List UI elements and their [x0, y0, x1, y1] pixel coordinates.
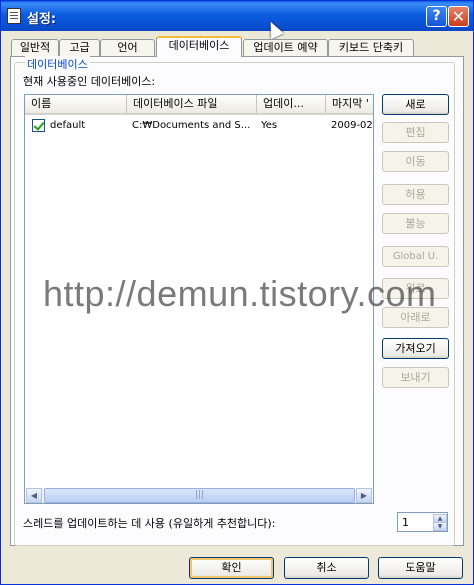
group-label: 데이터베이스: [25, 56, 90, 72]
tab-general[interactable]: 일반적: [11, 39, 59, 56]
document-icon: [7, 8, 21, 24]
scroll-thumb[interactable]: |||: [44, 488, 355, 503]
tab-keyboard-shortcuts[interactable]: 키보드 단축키: [328, 39, 414, 56]
global-update-button[interactable]: Global U.: [382, 246, 449, 267]
help-footer-button[interactable]: 도움말: [378, 557, 463, 579]
enable-button[interactable]: 허용: [382, 184, 449, 205]
row-last: 2009-02-: [331, 120, 373, 131]
cancel-button[interactable]: 취소: [284, 557, 369, 579]
enabled-checkbox[interactable]: [32, 119, 45, 132]
edit-button[interactable]: 편집: [382, 122, 449, 143]
export-button[interactable]: 보내기: [382, 367, 449, 388]
table-row[interactable]: default C:₩Documents and S... Yes 2009-0…: [25, 117, 373, 134]
row-name: default: [50, 120, 86, 131]
list-header: 이름 데이터베이스 파일 업데이... 마지막 ': [25, 95, 373, 115]
threads-label: 스레드를 업데이트하는 데 사용 (유일하게 추천합니다):: [23, 517, 276, 530]
import-button[interactable]: 가져오기: [382, 338, 449, 359]
horizontal-scrollbar[interactable]: ◀ ||| ▶: [26, 488, 372, 503]
column-last[interactable]: 마지막 ': [326, 95, 373, 113]
settings-dialog: 설정: ? ✕ 일반적 고급 언어 데이터베이스 업데이트 예약 키보드 단축키…: [0, 0, 474, 585]
threads-value[interactable]: 1: [402, 516, 409, 529]
move-button[interactable]: 이동: [382, 151, 449, 172]
close-button[interactable]: ✕: [448, 6, 469, 27]
tab-database[interactable]: 데이터베이스: [156, 36, 242, 57]
help-button[interactable]: ?: [426, 6, 447, 27]
spin-down-icon[interactable]: ▼: [433, 522, 447, 531]
scroll-left-icon[interactable]: ◀: [26, 488, 42, 503]
tab-advanced[interactable]: 고급: [59, 39, 100, 56]
scroll-right-icon[interactable]: ▶: [356, 488, 372, 503]
window-title: 설정:: [27, 12, 57, 27]
disable-button[interactable]: 불능: [382, 213, 449, 234]
new-button[interactable]: 새로: [382, 94, 449, 115]
current-database-label: 현재 사용중인 데이터베이스:: [23, 75, 156, 88]
tab-update-schedule[interactable]: 업데이트 예약: [243, 39, 328, 56]
threads-spinner[interactable]: 1 ▲ ▼: [397, 512, 448, 532]
column-update[interactable]: 업데이...: [257, 95, 326, 113]
watermark-text: http://demun.tistory.com: [43, 273, 437, 314]
tab-language[interactable]: 언어: [100, 39, 155, 56]
column-name[interactable]: 이름: [25, 95, 127, 113]
ok-button[interactable]: 확인: [189, 557, 274, 579]
row-update: Yes: [261, 120, 278, 131]
title-bar[interactable]: 설정: ? ✕: [1, 1, 473, 31]
column-database-file[interactable]: 데이터베이스 파일: [127, 95, 257, 113]
row-file: C:₩Documents and S...: [132, 120, 251, 131]
